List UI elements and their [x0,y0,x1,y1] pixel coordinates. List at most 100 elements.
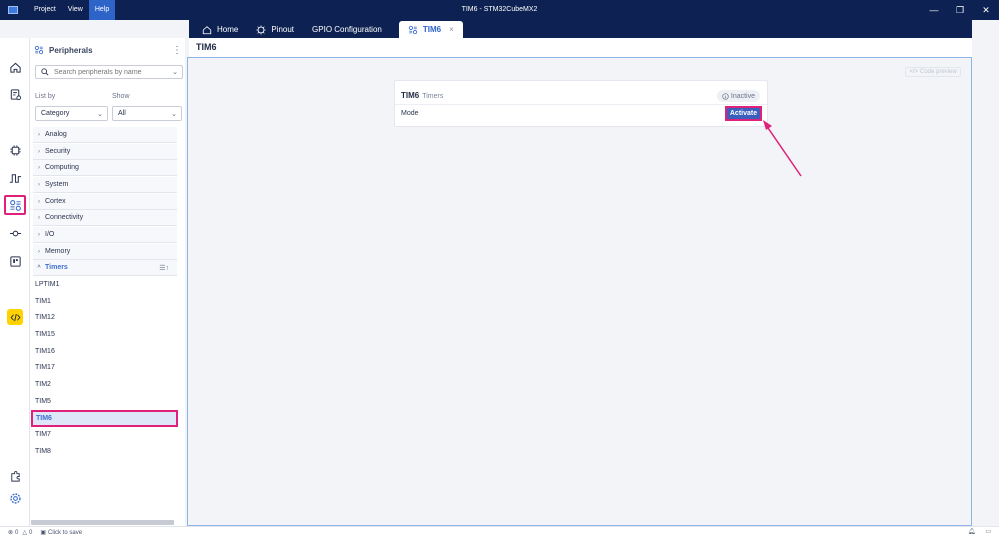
peripheral-tim8[interactable]: TIM8 [35,444,177,459]
category-label: Cortex [45,198,66,205]
show-value: All [118,110,126,117]
peripheral-tim6[interactable]: TIM6 [31,410,178,427]
peripheral-tim1[interactable]: TIM1 [35,294,177,309]
minimize-button[interactable]: — [921,0,947,20]
rail-middleware-button[interactable] [5,223,25,243]
home-icon [9,62,21,73]
menu-project[interactable]: Project [28,0,62,20]
category-security[interactable]: › Security [33,144,177,160]
rail-home-button[interactable] [5,57,25,77]
peripheral-tim7[interactable]: TIM7 [35,427,177,442]
code-icon [10,313,20,321]
activity-rail [0,38,30,526]
home-icon [202,25,212,34]
sidebar-title: Peripherals [49,45,93,55]
category-label: Analog [45,131,67,138]
peripheral-lptim1[interactable]: LPTIM1 [35,277,177,292]
tab-gpio-configuration[interactable]: GPIO Configuration [303,21,391,38]
category-computing[interactable]: › Computing [33,160,177,176]
menu-view[interactable]: View [62,0,89,20]
menu-help[interactable]: Help [88,0,116,20]
show-select[interactable]: All ⌄ [112,106,182,121]
peripherals-icon [408,25,418,34]
list-by-select[interactable]: Category ⌄ [35,106,108,121]
chevron-right-icon: › [38,164,40,171]
tab-tim6[interactable]: TIM6 × [398,21,463,38]
code-preview-button[interactable]: </> Code preview [905,67,961,77]
project-settings-icon [10,88,21,100]
chevron-down-icon[interactable]: ⌄ [172,68,178,76]
chevron-up-icon: ^ [37,264,41,271]
bell-icon[interactable]: 🔔︎ [968,528,976,535]
peripheral-tim5[interactable]: TIM5 [35,394,177,409]
category-system[interactable]: › System [33,177,177,193]
info-icon [722,92,729,100]
editor-header: TIM6 [189,38,972,57]
category-label: Timers [45,264,68,271]
category-label: System [45,181,69,188]
panel-icon[interactable]: ▭ [985,528,991,535]
peripheral-tim16[interactable]: TIM16 [35,344,177,359]
peripheral-tim12[interactable]: TIM12 [35,310,177,325]
horizontal-scrollbar[interactable] [31,520,174,525]
peripheral-config-panel: </> Code preview TIM6 Timers Inactive Mo… [187,57,972,526]
save-status[interactable]: ▣ Click to save [40,529,83,537]
search-input[interactable] [54,68,164,76]
rail-code-button[interactable] [7,309,23,325]
category-timers[interactable]: ^ Timers ☰↑ [33,260,177,276]
category-label: Memory [45,248,71,255]
show-label: Show [112,93,130,100]
peripheral-tim2[interactable]: TIM2 [35,377,177,392]
category-cortex[interactable]: › Cortex [33,194,177,210]
category-label: Computing [45,164,79,171]
category-label: Security [45,148,71,155]
kebab-menu-icon[interactable]: ⋮ [172,45,182,56]
category-analog[interactable]: › Analog [33,127,177,143]
page-title: TIM6 [196,42,217,52]
chevron-right-icon: › [38,214,40,221]
title-bar: Project View Help TIM6 - STM32CubeMX2 — … [0,0,999,20]
tab-tim6-label: TIM6 [422,25,442,34]
list-by-value: Category [41,110,70,117]
rail-clock-button[interactable] [5,168,25,188]
extensions-icon [10,470,20,482]
rail-settings-button[interactable] [5,488,25,508]
maximize-button[interactable]: ❐ [947,0,973,20]
middleware-icon [9,230,21,236]
chevron-right-icon: › [38,231,40,238]
window-title: TIM6 - STM32CubeMX2 [461,6,538,13]
rail-pinout-button[interactable] [5,140,25,160]
save-label: Click to save [48,529,83,536]
warning-icon: △ [22,530,27,536]
rail-project-button[interactable] [5,84,25,104]
chevron-down-icon: ⌄ [97,110,103,118]
rail-board-button[interactable] [5,251,25,271]
rail-peripherals-button[interactable] [4,195,26,215]
chevron-right-icon: › [38,181,40,188]
tab-home-label: Home [217,25,239,34]
category-memory[interactable]: › Memory [33,244,177,260]
peripheral-category: Timers [422,93,444,100]
chevron-down-icon: ⌄ [171,110,177,118]
close-button[interactable]: ✕ [973,0,999,20]
peripheral-tim15[interactable]: TIM15 [35,327,177,342]
search-field[interactable]: ⌄ [35,65,183,79]
peripheral-tim17[interactable]: TIM17 [35,360,177,375]
category-io[interactable]: › I/O [33,227,177,243]
sort-icon[interactable]: ☰↑ [159,264,169,272]
status-bar: ⊗ 0 △ 0 ▣ Click to save 🔔︎ ▭ [0,526,999,538]
activate-button[interactable]: Activate [725,106,762,121]
category-label: Connectivity [45,214,84,221]
rail-extensions-button[interactable] [5,466,25,486]
tab-close-icon[interactable]: × [449,25,454,34]
category-connectivity[interactable]: › Connectivity [33,210,177,226]
tab-pinout[interactable]: Pinout [247,21,303,38]
status-text: Inactive [730,92,755,100]
tab-home[interactable]: Home [193,21,247,38]
chevron-right-icon: › [38,198,40,205]
tab-gpio-label: GPIO Configuration [312,25,382,34]
settings-icon [9,492,21,504]
mode-label: Mode [401,110,419,117]
error-count[interactable]: ⊗ 0 △ 0 [8,529,32,537]
status-badge: Inactive [716,90,760,102]
